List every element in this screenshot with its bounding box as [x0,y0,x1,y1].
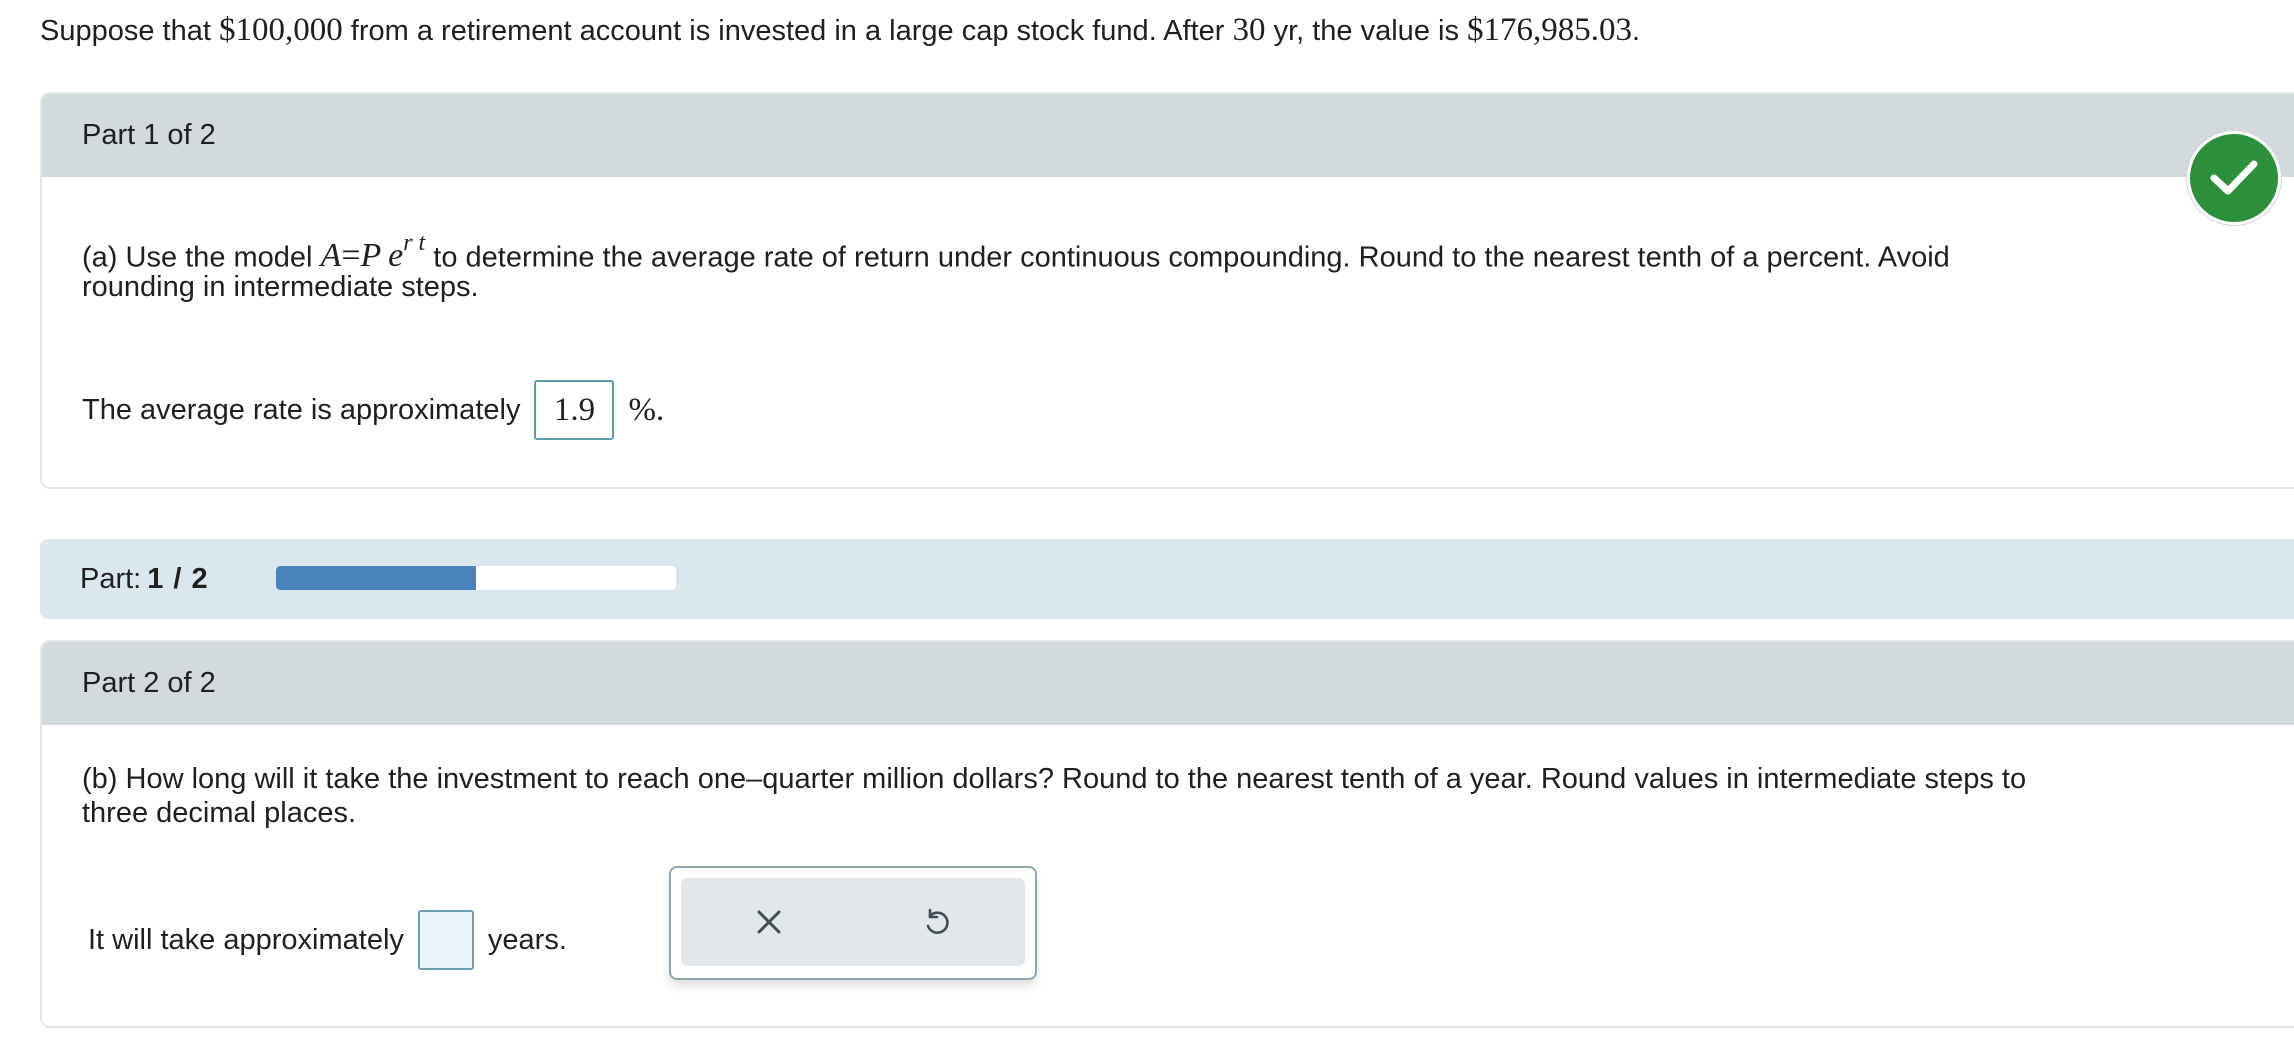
progress-value: 1 / 2 [147,562,209,595]
part-2-question-line2: three decimal places. [82,797,357,829]
part-2-header: Part 2 of 2 [42,642,2294,725]
undo-icon[interactable] [913,898,961,946]
final-value: $176,985.03 [1467,12,1633,48]
part-1-header: Part 1 of 2 [42,94,2294,177]
answer-prefix: The average rate is approximately [82,393,521,426]
problem-text: Suppose that [40,15,219,47]
checkmark-icon [2187,131,2281,225]
close-icon[interactable] [745,898,793,946]
problem-text: . [1632,15,1641,47]
part-2-card: Part 2 of 2 (b) How long will it take th… [40,640,2294,1028]
part-1-question-line2: rounding in intermediate steps. [82,271,479,303]
part-2-answer-row: It will take approximately years. [88,910,567,970]
answer-tools-popup [669,866,1037,980]
years-answer-input[interactable] [417,910,474,970]
part-1-card: Part 1 of 2 (a) Use the model A=P er t t… [40,92,2294,489]
part-1-answer-row: The average rate is approximately 1.9 %. [82,380,664,440]
rate-answer-input[interactable]: 1.9 [534,380,615,440]
answer-unit: years. [487,923,567,956]
principal-value: $100,000 [218,12,343,48]
part-2-question: (b) How long will it take the investment… [82,763,2027,795]
years-value: 30 [1232,12,1266,48]
answer-unit: %. [628,391,665,428]
problem-text: yr, the value is [1265,15,1468,47]
part-progress: Part: 1 / 2 [40,539,2294,619]
tools-panel [681,878,1025,966]
problem-statement: Suppose that $100,000 from a retirement … [40,8,1640,53]
progress-track [276,566,676,590]
problem-text: from a retirement account is invested in… [342,15,1233,47]
answer-prefix: It will take approximately [88,923,404,956]
progress-label: Part: 1 / 2 [80,562,209,595]
progress-fill [276,566,476,590]
